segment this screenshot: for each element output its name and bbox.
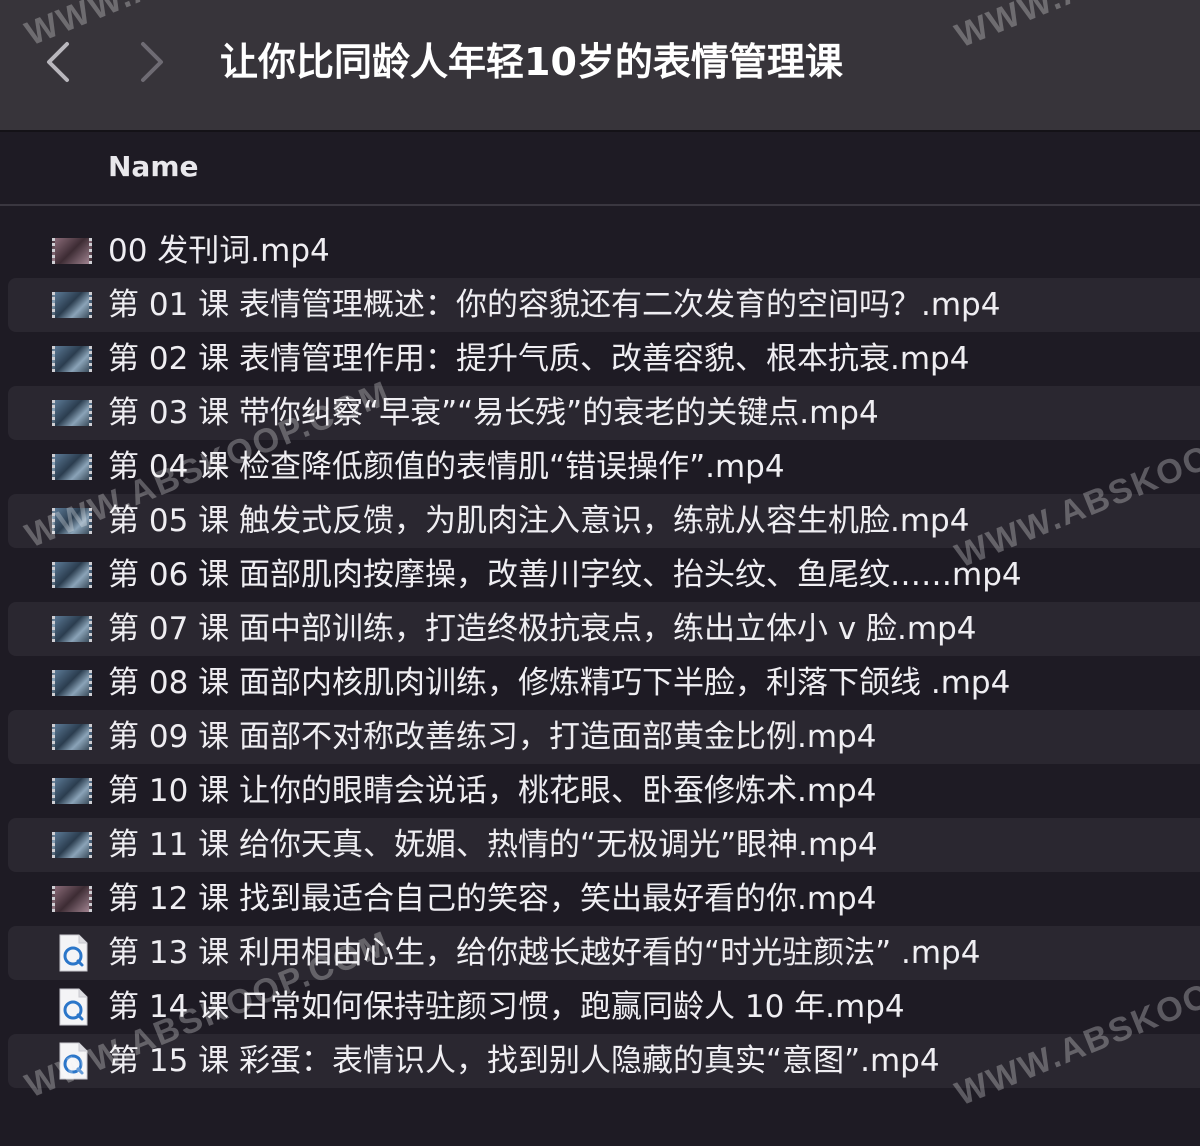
title-bar: 让你比同龄人年轻10岁的表情管理课 [0, 0, 1200, 132]
video-thumbnail-icon [52, 886, 92, 912]
video-thumbnail-icon [52, 616, 92, 642]
file-name: 第 12 课 找到最适合自己的笑容，笑出最好看的你.mp4 [108, 881, 877, 917]
quicktime-file-icon [58, 988, 88, 1026]
file-row[interactable]: 第 13 课 利用相由心生，给你越长越好看的“时光驻颜法” .mp4 [8, 926, 1200, 980]
file-row[interactable]: 第 02 课 表情管理作用：提升气质、改善容貌、根本抗衰.mp4 [8, 332, 1200, 386]
quicktime-file-icon [58, 934, 88, 972]
video-thumbnail-icon [52, 832, 92, 858]
file-name: 第 10 课 让你的眼睛会说话，桃花眼、卧蚕修炼术.mp4 [108, 773, 877, 809]
chevron-left-icon [45, 40, 71, 84]
video-thumbnail-icon [52, 238, 92, 264]
file-list: 00 发刊词.mp4 第 01 课 表情管理概述：你的容貌还有二次发育的空间吗？… [0, 224, 1200, 1088]
file-name: 第 01 课 表情管理概述：你的容貌还有二次发育的空间吗？.mp4 [108, 287, 1001, 323]
file-name: 第 08 课 面部内核肌肉训练，修炼精巧下半脸，利落下颌线 .mp4 [108, 665, 1011, 701]
file-row[interactable]: 第 06 课 面部肌肉按摩操，改善川字纹、抬头纹、鱼尾纹……mp4 [8, 548, 1200, 602]
video-thumbnail-icon [52, 562, 92, 588]
file-row[interactable]: 第 07 课 面中部训练，打造终极抗衰点，练出立体小 v 脸.mp4 [8, 602, 1200, 656]
file-row[interactable]: 第 11 课 给你天真、妩媚、热情的“无极调光”眼神.mp4 [8, 818, 1200, 872]
video-thumbnail-icon [52, 346, 92, 372]
window-title: 让你比同龄人年轻10岁的表情管理课 [220, 40, 843, 84]
file-name: 第 03 课 带你纠察“早衰”“易长残”的衰老的关键点.mp4 [108, 395, 879, 431]
file-row[interactable]: 第 15 课 彩蛋：表情识人，找到别人隐藏的真实“意图”.mp4 [8, 1034, 1200, 1088]
video-thumbnail-icon [52, 724, 92, 750]
name-column-label[interactable]: Name [108, 150, 199, 183]
video-thumbnail-icon [52, 400, 92, 426]
file-row[interactable]: 第 04 课 检查降低颜值的表情肌“错误操作”.mp4 [8, 440, 1200, 494]
video-thumbnail-icon [52, 508, 92, 534]
finder-window: 让你比同龄人年轻10岁的表情管理课 Name 00 发刊词.mp4 第 01 课… [0, 0, 1200, 1146]
forward-button[interactable] [132, 34, 172, 90]
file-row[interactable]: 第 14 课 日常如何保持驻颜习惯，跑赢同龄人 10 年.mp4 [8, 980, 1200, 1034]
file-name: 第 09 课 面部不对称改善练习，打造面部黄金比例.mp4 [108, 719, 877, 755]
file-row[interactable]: 第 05 课 触发式反馈，为肌肉注入意识，练就从容生机脸.mp4 [8, 494, 1200, 548]
file-row[interactable]: 第 08 课 面部内核肌肉训练，修炼精巧下半脸，利落下颌线 .mp4 [8, 656, 1200, 710]
list-column-header[interactable]: Name [0, 132, 1200, 206]
file-name: 第 15 课 彩蛋：表情识人，找到别人隐藏的真实“意图”.mp4 [108, 1043, 940, 1079]
chevron-right-icon [139, 40, 165, 84]
file-name: 第 14 课 日常如何保持驻颜习惯，跑赢同龄人 10 年.mp4 [108, 989, 905, 1025]
file-row[interactable]: 第 09 课 面部不对称改善练习，打造面部黄金比例.mp4 [8, 710, 1200, 764]
file-row[interactable]: 第 10 课 让你的眼睛会说话，桃花眼、卧蚕修炼术.mp4 [8, 764, 1200, 818]
file-name: 第 06 课 面部肌肉按摩操，改善川字纹、抬头纹、鱼尾纹……mp4 [108, 557, 1022, 593]
quicktime-file-icon [58, 1042, 88, 1080]
file-name: 第 04 课 检查降低颜值的表情肌“错误操作”.mp4 [108, 449, 785, 485]
file-name: 第 07 课 面中部训练，打造终极抗衰点，练出立体小 v 脸.mp4 [108, 611, 977, 647]
file-name: 第 02 课 表情管理作用：提升气质、改善容貌、根本抗衰.mp4 [108, 341, 970, 377]
file-name: 第 13 课 利用相由心生，给你越长越好看的“时光驻颜法” .mp4 [108, 935, 981, 971]
back-button[interactable] [38, 34, 78, 90]
file-row[interactable]: 第 03 课 带你纠察“早衰”“易长残”的衰老的关键点.mp4 [8, 386, 1200, 440]
file-name: 第 05 课 触发式反馈，为肌肉注入意识，练就从容生机脸.mp4 [108, 503, 970, 539]
video-thumbnail-icon [52, 778, 92, 804]
file-row[interactable]: 第 12 课 找到最适合自己的笑容，笑出最好看的你.mp4 [8, 872, 1200, 926]
file-row[interactable]: 00 发刊词.mp4 [8, 224, 1200, 278]
video-thumbnail-icon [52, 670, 92, 696]
file-name: 第 11 课 给你天真、妩媚、热情的“无极调光”眼神.mp4 [108, 827, 878, 863]
file-name: 00 发刊词.mp4 [108, 233, 330, 269]
file-row[interactable]: 第 01 课 表情管理概述：你的容貌还有二次发育的空间吗？.mp4 [8, 278, 1200, 332]
video-thumbnail-icon [52, 454, 92, 480]
video-thumbnail-icon [52, 292, 92, 318]
